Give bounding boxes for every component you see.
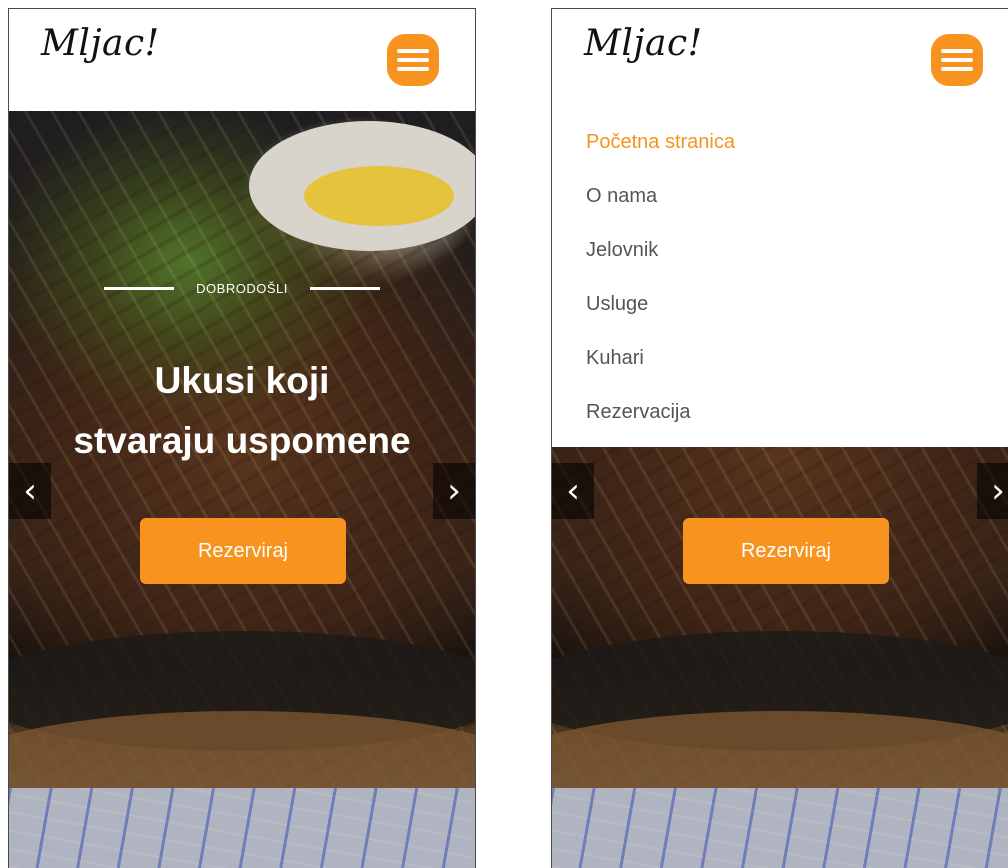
carousel-next-button[interactable]: › [977, 463, 1008, 519]
carousel-prev-button[interactable]: ‹ [552, 463, 594, 519]
reserve-button[interactable]: Rezerviraj [140, 518, 346, 584]
hero-title: Ukusi koji stvaraju uspomene [9, 351, 475, 471]
hamburger-icon [941, 49, 973, 53]
hero-banner: DOBRODOŠLI Ukusi koji stvaraju uspomene … [9, 111, 475, 868]
food-image-cloth [9, 788, 475, 868]
mobile-screen-home: Mljac! DOBRODOŠLI Ukusi koji stvaraju us… [8, 8, 476, 868]
hamburger-icon-bar [941, 58, 973, 62]
carousel-next-button[interactable]: › [433, 463, 475, 519]
food-image-bowl [249, 121, 475, 251]
site-logo[interactable]: Mljac! [41, 23, 160, 64]
reserve-button[interactable]: Rezerviraj [683, 518, 889, 584]
food-image-cloth [552, 788, 1008, 868]
chevron-right-icon: › [991, 471, 1005, 511]
chevron-left-icon: ‹ [23, 471, 37, 511]
mobile-screen-menu-open: Mljac! Početna stranica O nama Jelovnik … [551, 8, 1008, 868]
nav-item-usluge[interactable]: Usluge [552, 281, 1008, 335]
nav-item-rezervacija[interactable]: Rezervacija [552, 389, 1008, 443]
hero-eyebrow: DOBRODOŠLI [9, 281, 475, 296]
chevron-left-icon: ‹ [566, 471, 580, 511]
hero-eyebrow-text: DOBRODOŠLI [196, 281, 288, 296]
menu-toggle-button[interactable] [931, 34, 983, 86]
nav-item-kuhari[interactable]: Kuhari [552, 335, 1008, 389]
menu-toggle-button[interactable] [387, 34, 439, 86]
site-logo[interactable]: Mljac! [584, 23, 703, 64]
site-header: Mljac! [9, 9, 475, 111]
divider-line [104, 287, 175, 290]
site-header: Mljac! [552, 9, 1008, 111]
hero-title-line1: Ukusi koji [154, 360, 330, 401]
nav-menu: Početna stranica O nama Jelovnik Usluge … [552, 111, 1008, 447]
chevron-right-icon: › [447, 471, 461, 511]
hamburger-icon-bar [397, 67, 429, 71]
divider-line [309, 287, 380, 290]
nav-item-jelovnik[interactable]: Jelovnik [552, 227, 1008, 281]
hero-title-line2: stvaraju uspomene [73, 420, 411, 461]
carousel-prev-button[interactable]: ‹ [9, 463, 51, 519]
hamburger-icon [397, 49, 429, 53]
nav-item-o-nama[interactable]: O nama [552, 173, 1008, 227]
hamburger-icon-bar [941, 67, 973, 71]
nav-item-pocetna[interactable]: Početna stranica [552, 119, 1008, 173]
hamburger-icon-bar [397, 58, 429, 62]
